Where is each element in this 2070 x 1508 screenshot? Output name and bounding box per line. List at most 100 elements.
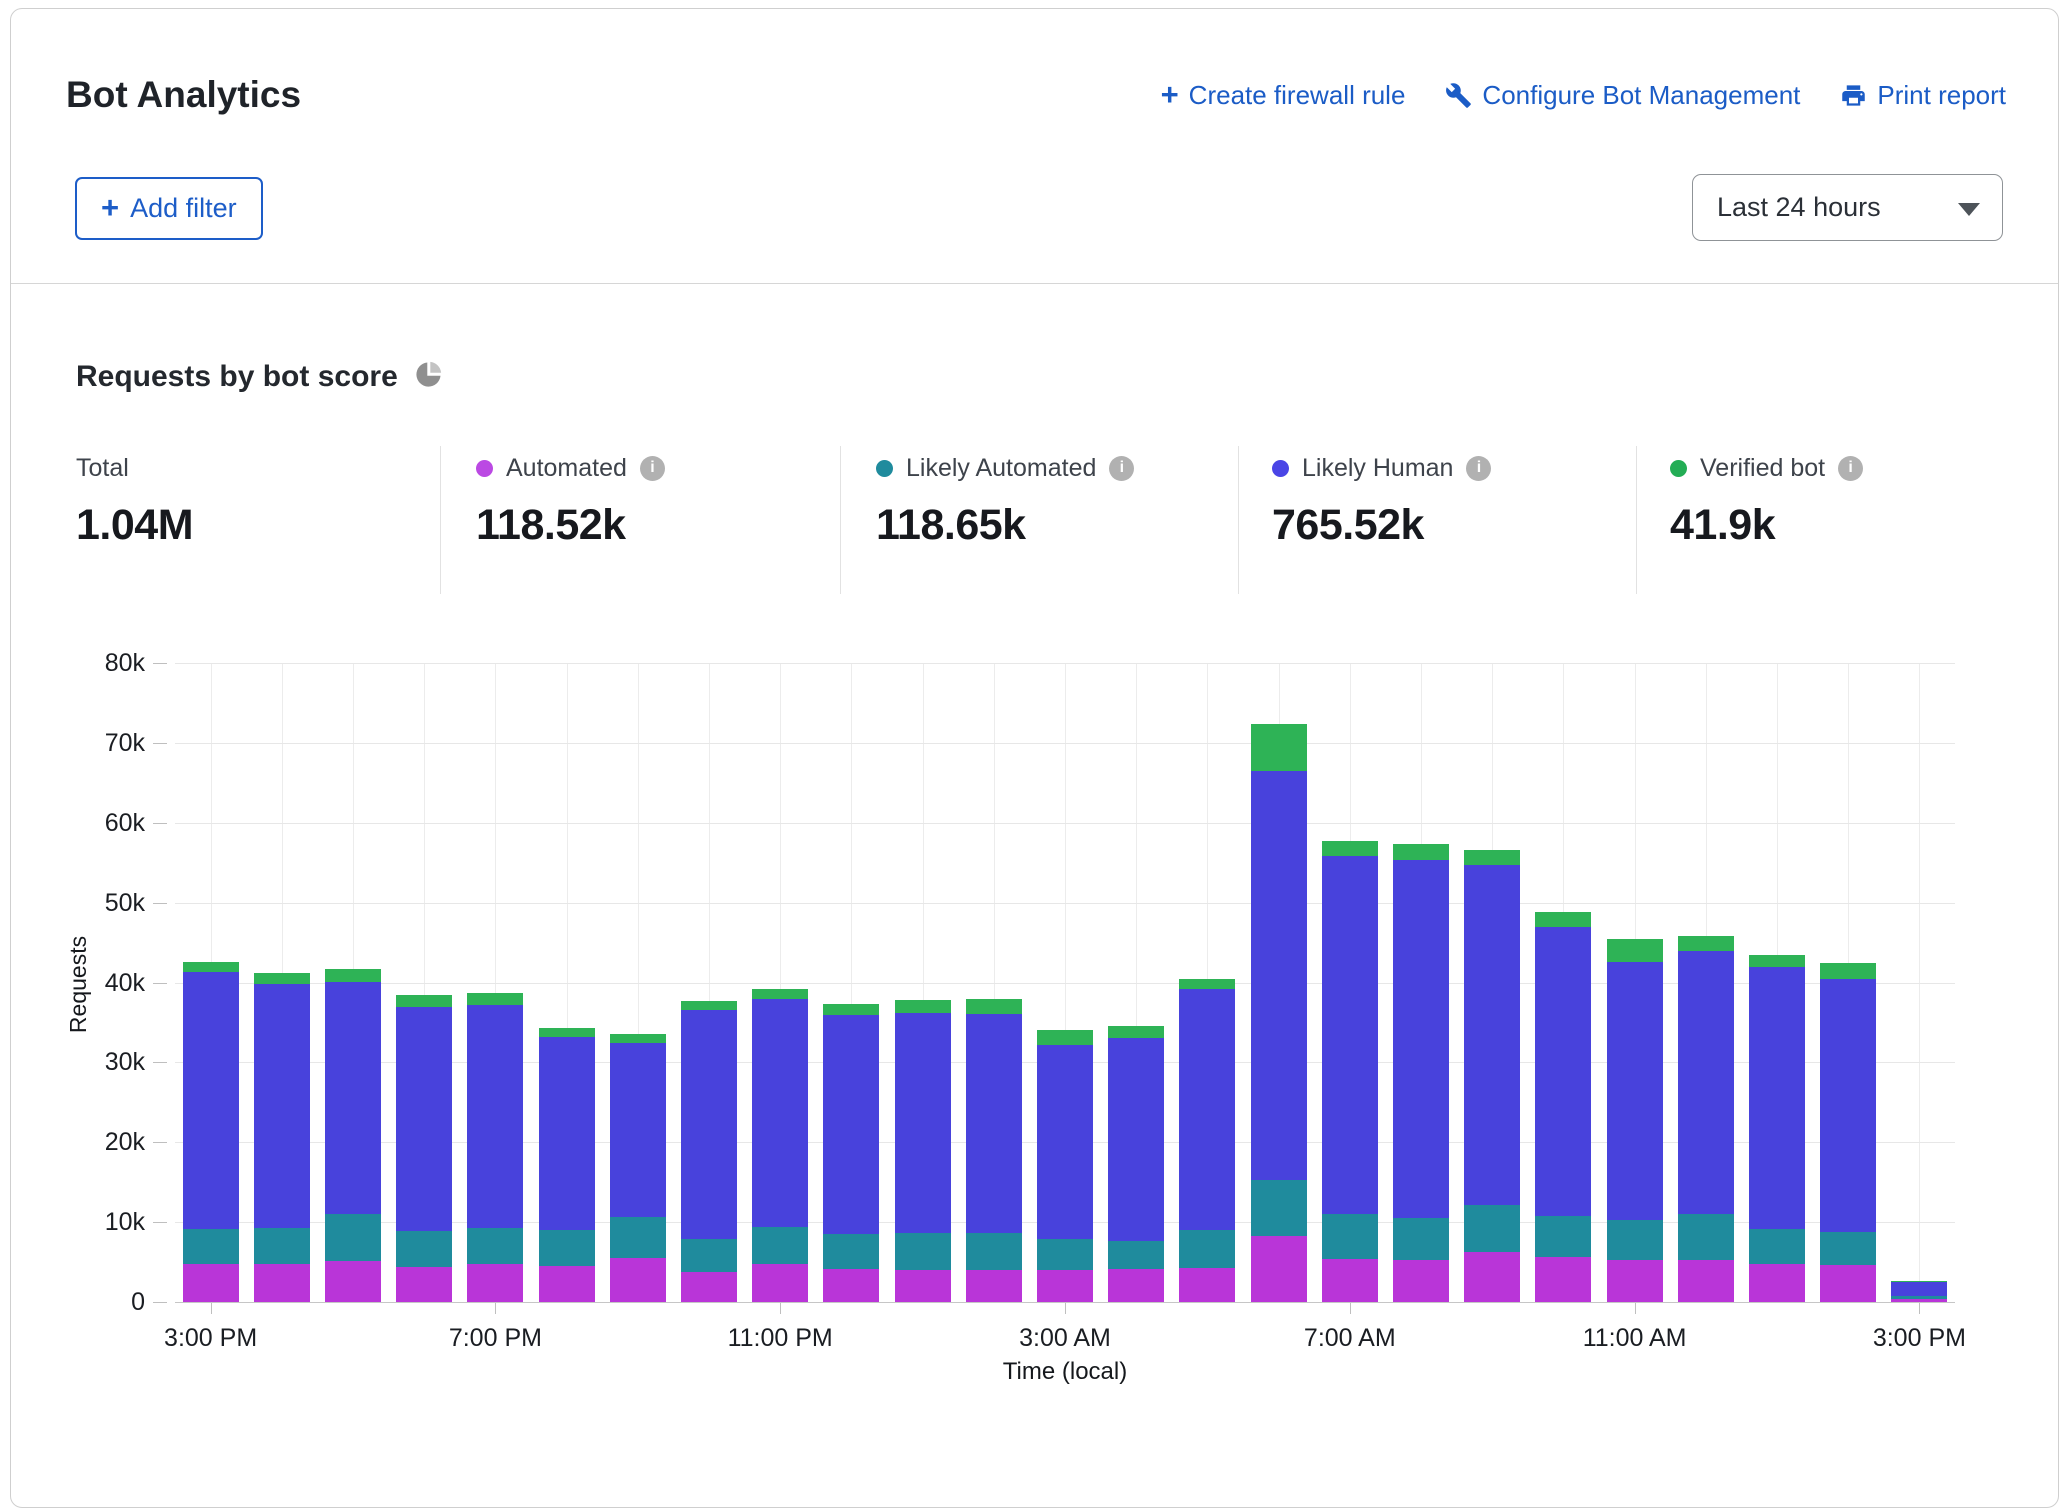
- bar-segment-likely-human: [1251, 771, 1307, 1180]
- x-axis-tick: [1350, 1303, 1351, 1314]
- bar-column[interactable]: [966, 999, 1022, 1302]
- x-axis-tick-label: 7:00 PM: [449, 1324, 542, 1353]
- y-axis-title: Requests: [65, 935, 92, 1032]
- bar-column[interactable]: [325, 969, 381, 1302]
- bar-column[interactable]: [1464, 850, 1520, 1302]
- bar-segment-automated: [1678, 1260, 1734, 1302]
- bar-column[interactable]: [1179, 979, 1235, 1302]
- bar-segment-likely-automated: [183, 1229, 239, 1265]
- x-axis-tick: [1065, 1303, 1066, 1314]
- bar-segment-automated: [396, 1267, 452, 1302]
- x-axis-title: Time (local): [1003, 1358, 1127, 1386]
- bar-column[interactable]: [823, 1004, 879, 1302]
- header-actions: + Create firewall rule Configure Bot Man…: [1161, 80, 2006, 111]
- bar-segment-likely-automated: [1179, 1230, 1235, 1268]
- bar-column[interactable]: [1251, 724, 1307, 1302]
- bar-segment-verified-bot: [966, 999, 1022, 1013]
- bar-segment-automated: [1251, 1236, 1307, 1302]
- stat-value: 118.52k: [476, 501, 665, 550]
- bar-segment-likely-automated: [752, 1227, 808, 1264]
- bar-segment-likely-automated: [396, 1231, 452, 1267]
- y-axis-tick-label: 10k: [55, 1208, 145, 1237]
- stat-divider: [440, 446, 441, 594]
- stat-value: 765.52k: [1272, 501, 1491, 550]
- section-title: Requests by bot score: [76, 360, 398, 394]
- time-range-dropdown[interactable]: Last 24 hours: [1692, 174, 2003, 241]
- bar-column[interactable]: [752, 989, 808, 1302]
- stat-divider: [1238, 446, 1239, 594]
- bar-column[interactable]: [1749, 955, 1805, 1302]
- bar-column[interactable]: [1607, 939, 1663, 1302]
- y-axis-tick: [153, 1062, 167, 1063]
- bar-column[interactable]: [1891, 1281, 1947, 1302]
- legend-dot-likely-automated: [876, 460, 893, 477]
- bar-segment-likely-automated: [1393, 1218, 1449, 1260]
- bar-segment-likely-human: [1179, 989, 1235, 1230]
- bar-segment-automated: [752, 1264, 808, 1302]
- configure-bot-management-link[interactable]: Configure Bot Management: [1445, 80, 1800, 111]
- bar-segment-automated: [823, 1269, 879, 1302]
- print-report-label: Print report: [1877, 80, 2006, 111]
- bar-column[interactable]: [1393, 844, 1449, 1302]
- y-axis-tick: [153, 663, 167, 664]
- y-axis-tick-label: 80k: [55, 649, 145, 678]
- y-axis-tick-label: 70k: [55, 729, 145, 758]
- bar-segment-automated: [254, 1264, 310, 1302]
- x-axis-tick-label: 3:00 PM: [1873, 1324, 1966, 1353]
- bar-segment-likely-human: [1037, 1045, 1093, 1239]
- x-axis-tick: [780, 1303, 781, 1314]
- bar-column[interactable]: [1322, 841, 1378, 1302]
- bar-segment-automated: [1322, 1259, 1378, 1302]
- bar-segment-verified-bot: [1607, 939, 1663, 962]
- stat-value: 118.65k: [876, 501, 1134, 550]
- bar-column[interactable]: [681, 1001, 737, 1302]
- bar-column[interactable]: [610, 1034, 666, 1302]
- bar-segment-likely-human: [1607, 962, 1663, 1220]
- bar-column[interactable]: [1108, 1026, 1164, 1302]
- add-filter-button[interactable]: + Add filter: [75, 177, 263, 240]
- bar-segment-verified-bot: [325, 969, 381, 982]
- bar-segment-likely-human: [610, 1043, 666, 1217]
- bar-column[interactable]: [1535, 912, 1591, 1302]
- bar-segment-likely-automated: [467, 1228, 523, 1264]
- y-axis-tick: [153, 743, 167, 744]
- create-firewall-rule-link[interactable]: + Create firewall rule: [1161, 80, 1406, 111]
- bar-column[interactable]: [467, 993, 523, 1302]
- stat-value: 41.9k: [1670, 501, 1863, 550]
- gridline-horizontal: [175, 663, 1955, 664]
- bar-segment-automated: [1179, 1268, 1235, 1302]
- info-icon[interactable]: i: [1838, 456, 1863, 481]
- bar-segment-verified-bot: [610, 1034, 666, 1043]
- bar-segment-likely-automated: [1535, 1216, 1591, 1258]
- legend-dot-verified-bot: [1670, 460, 1687, 477]
- bar-segment-verified-bot: [1464, 850, 1520, 865]
- bar-segment-likely-human: [325, 982, 381, 1214]
- bar-column[interactable]: [396, 995, 452, 1302]
- x-axis-tick: [1635, 1303, 1636, 1314]
- stat-likely-human: Likely Human i 765.52k: [1272, 452, 1491, 550]
- bar-column[interactable]: [254, 973, 310, 1302]
- print-report-link[interactable]: Print report: [1840, 80, 2006, 111]
- bar-segment-likely-automated: [1891, 1296, 1947, 1298]
- bar-column[interactable]: [1037, 1030, 1093, 1302]
- info-icon[interactable]: i: [640, 456, 665, 481]
- bar-column[interactable]: [1820, 963, 1876, 1302]
- bar-column[interactable]: [1678, 936, 1734, 1302]
- bar-column[interactable]: [539, 1028, 595, 1302]
- info-icon[interactable]: i: [1466, 456, 1491, 481]
- bar-segment-verified-bot: [823, 1004, 879, 1015]
- create-firewall-rule-label: Create firewall rule: [1189, 80, 1406, 111]
- bar-segment-verified-bot: [1535, 912, 1591, 926]
- bar-segment-likely-automated: [254, 1228, 310, 1264]
- bar-segment-automated: [1749, 1264, 1805, 1302]
- bar-segment-verified-bot: [1820, 963, 1876, 979]
- info-icon[interactable]: i: [1109, 456, 1134, 481]
- stat-automated: Automated i 118.52k: [476, 452, 665, 550]
- bar-column[interactable]: [183, 962, 239, 1302]
- bar-segment-automated: [1535, 1257, 1591, 1302]
- bar-segment-likely-human: [966, 1014, 1022, 1233]
- bar-column[interactable]: [895, 1000, 951, 1302]
- add-filter-label: Add filter: [130, 193, 237, 224]
- bar-segment-verified-bot: [1678, 936, 1734, 950]
- page-title: Bot Analytics: [66, 74, 301, 116]
